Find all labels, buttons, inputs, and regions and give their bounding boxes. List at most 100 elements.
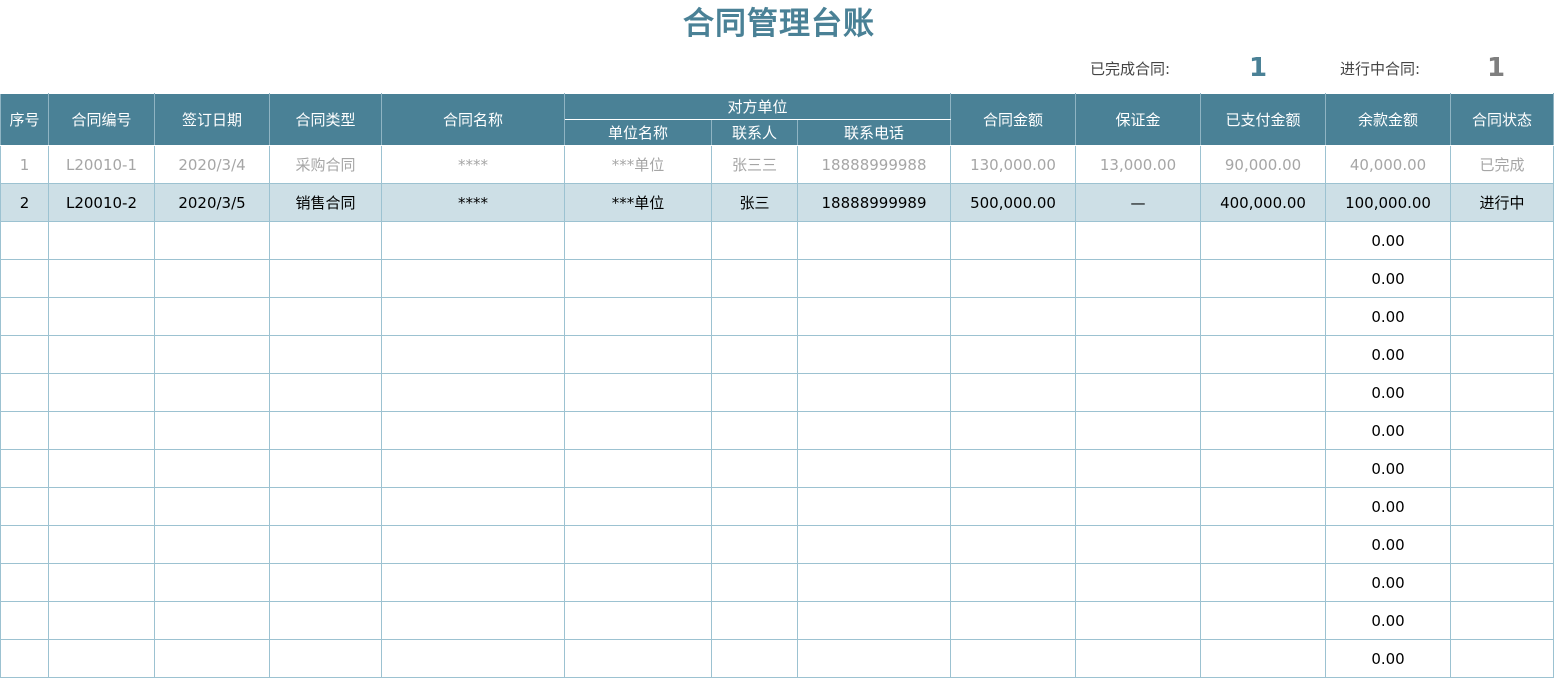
cell-phone[interactable] xyxy=(796,373,952,412)
cell-seq[interactable] xyxy=(0,601,49,640)
cell-seq[interactable] xyxy=(0,449,49,488)
cell-contract-no[interactable] xyxy=(48,525,155,564)
cell-paid[interactable] xyxy=(1200,297,1327,336)
cell-deposit[interactable] xyxy=(1075,411,1202,450)
cell-paid[interactable]: 90,000.00 xyxy=(1200,145,1327,184)
cell-status[interactable] xyxy=(1450,221,1555,260)
cell-deposit[interactable]: 13,000.00 xyxy=(1075,145,1202,184)
cell-seq[interactable] xyxy=(0,221,49,260)
cell-contact[interactable] xyxy=(711,373,798,412)
table-row[interactable]: 0.00 xyxy=(0,297,1555,336)
cell-balance[interactable]: 0.00 xyxy=(1325,449,1452,488)
cell-phone[interactable] xyxy=(796,411,952,450)
cell-balance[interactable]: 0.00 xyxy=(1325,525,1452,564)
cell-contact[interactable] xyxy=(711,487,798,526)
cell-contract-type[interactable] xyxy=(269,525,382,564)
cell-phone[interactable] xyxy=(796,639,952,678)
cell-paid[interactable] xyxy=(1200,563,1327,602)
cell-phone[interactable]: 18888999989 xyxy=(796,183,952,222)
cell-contract-type[interactable] xyxy=(269,639,382,678)
cell-seq[interactable] xyxy=(0,297,49,336)
cell-contract-type[interactable] xyxy=(269,335,382,374)
cell-seq[interactable] xyxy=(0,373,49,412)
header-seq[interactable]: 序号 xyxy=(0,93,49,146)
cell-contract-type[interactable] xyxy=(269,297,382,336)
cell-amount[interactable] xyxy=(950,601,1077,640)
cell-sign-date[interactable] xyxy=(154,335,270,374)
cell-phone[interactable] xyxy=(796,487,952,526)
cell-contact[interactable]: 张三三 xyxy=(711,145,798,184)
table-row[interactable]: 0.00 xyxy=(0,373,1555,412)
cell-contract-name[interactable] xyxy=(381,373,565,412)
table-row[interactable]: 0.00 xyxy=(0,411,1555,450)
cell-status[interactable] xyxy=(1450,297,1555,336)
cell-balance[interactable]: 0.00 xyxy=(1325,639,1452,678)
cell-unit-name[interactable] xyxy=(564,487,712,526)
cell-seq[interactable] xyxy=(0,411,49,450)
cell-amount[interactable] xyxy=(950,259,1077,298)
cell-amount[interactable] xyxy=(950,335,1077,374)
cell-sign-date[interactable] xyxy=(154,639,270,678)
header-unit-name[interactable]: 单位名称 xyxy=(564,119,712,146)
cell-deposit[interactable] xyxy=(1075,449,1202,488)
header-contact[interactable]: 联系人 xyxy=(711,119,798,146)
table-row[interactable]: 0.00 xyxy=(0,449,1555,488)
cell-paid[interactable] xyxy=(1200,373,1327,412)
table-row[interactable]: 0.00 xyxy=(0,221,1555,260)
cell-unit-name[interactable] xyxy=(564,297,712,336)
cell-status[interactable] xyxy=(1450,411,1555,450)
cell-phone[interactable]: 18888999988 xyxy=(796,145,952,184)
cell-paid[interactable] xyxy=(1200,411,1327,450)
cell-contract-no[interactable] xyxy=(48,639,155,678)
cell-contract-no[interactable] xyxy=(48,449,155,488)
cell-contact[interactable] xyxy=(711,221,798,260)
cell-contract-name[interactable] xyxy=(381,525,565,564)
cell-deposit[interactable] xyxy=(1075,335,1202,374)
cell-status[interactable] xyxy=(1450,487,1555,526)
cell-sign-date[interactable]: 2020/3/5 xyxy=(154,183,270,222)
cell-contract-type[interactable] xyxy=(269,259,382,298)
cell-status[interactable] xyxy=(1450,335,1555,374)
cell-amount[interactable] xyxy=(950,525,1077,564)
cell-contract-name[interactable] xyxy=(381,411,565,450)
cell-amount[interactable] xyxy=(950,411,1077,450)
cell-unit-name[interactable] xyxy=(564,563,712,602)
cell-amount[interactable]: 500,000.00 xyxy=(950,183,1077,222)
cell-unit-name[interactable] xyxy=(564,411,712,450)
header-amount[interactable]: 合同金额 xyxy=(950,93,1077,146)
cell-phone[interactable] xyxy=(796,601,952,640)
header-deposit[interactable]: 保证金 xyxy=(1075,93,1202,146)
cell-sign-date[interactable]: 2020/3/4 xyxy=(154,145,270,184)
header-contract-name[interactable]: 合同名称 xyxy=(381,93,565,146)
cell-paid[interactable] xyxy=(1200,259,1327,298)
cell-status[interactable] xyxy=(1450,525,1555,564)
cell-contract-type[interactable] xyxy=(269,449,382,488)
cell-unit-name[interactable] xyxy=(564,639,712,678)
cell-deposit[interactable] xyxy=(1075,487,1202,526)
cell-status[interactable] xyxy=(1450,563,1555,602)
cell-sign-date[interactable] xyxy=(154,411,270,450)
cell-balance[interactable]: 0.00 xyxy=(1325,221,1452,260)
cell-contract-type[interactable] xyxy=(269,487,382,526)
cell-contact[interactable]: 张三 xyxy=(711,183,798,222)
cell-seq[interactable] xyxy=(0,259,49,298)
table-row[interactable]: 0.00 xyxy=(0,639,1555,678)
cell-contract-no[interactable] xyxy=(48,487,155,526)
table-row[interactable]: 0.00 xyxy=(0,563,1555,602)
cell-sign-date[interactable] xyxy=(154,259,270,298)
cell-unit-name[interactable] xyxy=(564,335,712,374)
cell-contract-name[interactable] xyxy=(381,563,565,602)
cell-contact[interactable] xyxy=(711,525,798,564)
cell-contact[interactable] xyxy=(711,639,798,678)
cell-deposit[interactable] xyxy=(1075,639,1202,678)
cell-contract-no[interactable]: L20010-2 xyxy=(48,183,155,222)
cell-sign-date[interactable] xyxy=(154,373,270,412)
cell-contract-type[interactable] xyxy=(269,563,382,602)
cell-balance[interactable]: 0.00 xyxy=(1325,259,1452,298)
cell-contract-no[interactable] xyxy=(48,221,155,260)
cell-paid[interactable] xyxy=(1200,335,1327,374)
cell-balance[interactable]: 0.00 xyxy=(1325,563,1452,602)
cell-seq[interactable]: 2 xyxy=(0,183,49,222)
cell-contact[interactable] xyxy=(711,563,798,602)
cell-amount[interactable] xyxy=(950,639,1077,678)
